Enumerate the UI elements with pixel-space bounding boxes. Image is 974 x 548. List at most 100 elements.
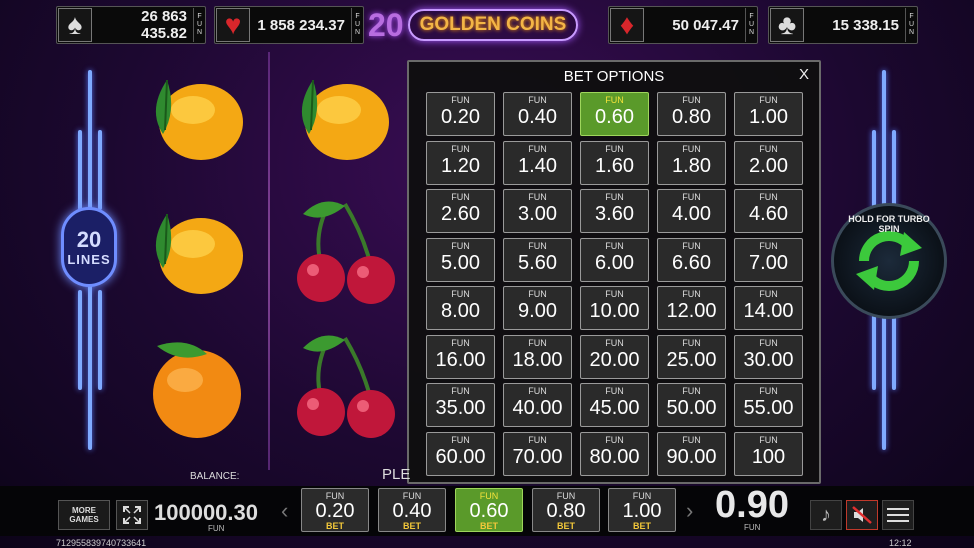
bet-option-value: 0.40: [518, 106, 557, 128]
jackpot-club: ♣ 15 338.15 FUN: [768, 6, 918, 44]
bet-option-2.00[interactable]: FUN 2.00: [734, 140, 803, 185]
bet-option-currency: FUN: [451, 434, 470, 445]
bet-option-1.40[interactable]: FUN 1.40: [503, 140, 572, 185]
bet-option-70.00[interactable]: FUN 70.00: [503, 431, 572, 476]
bet-option-5.00[interactable]: FUN 5.00: [426, 237, 495, 282]
close-icon[interactable]: X: [799, 66, 809, 83]
bet-option-100[interactable]: FUN 100: [734, 431, 803, 476]
bet-options-grid: FUN 0.20 FUN 0.40 FUN 0.60 FUN 0.80 FUN 1.00 FUN 1.…: [426, 92, 803, 476]
bet-option-55.00[interactable]: FUN 55.00: [734, 383, 803, 427]
sound-muted-icon: [852, 506, 872, 524]
bet-option-currency: FUN: [682, 95, 701, 105]
quick-bet-button[interactable]: FUN 0.60 BET: [455, 488, 523, 532]
bet-option-currency: FUN: [605, 192, 624, 202]
bet-option-currency: FUN: [682, 143, 701, 154]
club-icon: ♣: [770, 8, 804, 42]
sound-toggle-button[interactable]: [846, 500, 878, 530]
bet-option-value: 60.00: [435, 445, 486, 468]
bet-option-currency: FUN: [451, 240, 470, 251]
bet-option-40.00[interactable]: FUN 40.00: [503, 383, 572, 427]
lines-label: LINES: [67, 251, 111, 267]
bet-option-30.00[interactable]: FUN 30.00: [734, 334, 803, 379]
bet-option-0.20[interactable]: FUN 0.20: [426, 92, 495, 136]
quick-bet-button[interactable]: FUN 0.40 BET: [378, 488, 446, 532]
dialog-title: BET OPTIONS: [563, 68, 665, 85]
bet-option-8.00[interactable]: FUN 8.00: [426, 286, 495, 330]
menu-button[interactable]: [882, 500, 914, 530]
bet-option-5.60[interactable]: FUN 5.60: [503, 237, 572, 282]
bet-option-3.60[interactable]: FUN 3.60: [580, 189, 649, 233]
bet-option-6.00[interactable]: FUN 6.00: [580, 237, 649, 282]
bet-option-currency: FUN: [605, 386, 624, 396]
bet-option-14.00[interactable]: FUN 14.00: [734, 286, 803, 330]
bet-option-value: 80.00: [589, 445, 640, 468]
bet-option-0.40[interactable]: FUN 0.40: [503, 92, 572, 136]
bet-option-value: 20.00: [589, 348, 640, 371]
bet-option-18.00[interactable]: FUN 18.00: [503, 334, 572, 379]
bet-option-80.00[interactable]: FUN 80.00: [580, 431, 649, 476]
bet-option-12.00[interactable]: FUN 12.00: [657, 286, 726, 330]
quick-bet-button[interactable]: FUN 0.80 BET: [532, 488, 600, 532]
bet-option-9.00[interactable]: FUN 9.00: [503, 286, 572, 330]
lines-badge: 20 LINES: [61, 207, 117, 287]
bet-option-1.80[interactable]: FUN 1.80: [657, 140, 726, 185]
bet-option-7.00[interactable]: FUN 7.00: [734, 237, 803, 282]
lemon-icon: [155, 79, 243, 160]
bet-option-20.00[interactable]: FUN 20.00: [580, 334, 649, 379]
bet-option-6.60[interactable]: FUN 6.60: [657, 237, 726, 282]
lemon-icon: [301, 79, 389, 160]
jackpot-amount: 50 047.47: [672, 16, 739, 34]
bet-option-currency: FUN: [451, 192, 470, 202]
bet-option-value: 90.00: [666, 445, 717, 468]
bet-option-value: 1.00: [749, 106, 788, 128]
bet-option-currency: FUN: [682, 337, 701, 348]
quick-bet-value: 1.00: [622, 500, 662, 522]
quick-bet-button[interactable]: FUN 0.20 BET: [301, 488, 369, 532]
bet-option-currency: FUN: [451, 143, 470, 154]
total-bet-value: 0.90: [715, 484, 789, 526]
orange-icon: [153, 342, 241, 438]
heart-icon: ♥: [216, 8, 250, 42]
bet-option-currency: FUN: [528, 289, 547, 299]
bet-option-currency: FUN: [451, 337, 470, 348]
quick-bet-label: BET: [480, 521, 498, 531]
hamburger-menu-icon: [887, 508, 909, 522]
clock: 12:12: [889, 538, 912, 548]
bet-option-currency: FUN: [682, 386, 701, 396]
bet-option-value: 55.00: [743, 397, 794, 419]
bet-option-value: 30.00: [743, 348, 794, 371]
bet-option-45.00[interactable]: FUN 45.00: [580, 383, 649, 427]
bet-option-50.00[interactable]: FUN 50.00: [657, 383, 726, 427]
bet-option-90.00[interactable]: FUN 90.00: [657, 431, 726, 476]
fullscreen-button[interactable]: [116, 500, 148, 530]
music-button[interactable]: ♪: [810, 500, 842, 530]
bet-option-16.00[interactable]: FUN 16.00: [426, 334, 495, 379]
bet-next-arrow[interactable]: ›: [686, 498, 693, 524]
bet-option-value: 3.60: [595, 203, 634, 225]
quick-bet-button[interactable]: FUN 1.00 BET: [608, 488, 676, 532]
bet-option-0.60[interactable]: FUN 0.60: [580, 92, 649, 136]
total-bet-currency: FUN: [744, 523, 761, 532]
bet-option-1.60[interactable]: FUN 1.60: [580, 140, 649, 185]
bet-option-currency: FUN: [605, 337, 624, 348]
bet-option-4.60[interactable]: FUN 4.60: [734, 189, 803, 233]
bet-prev-arrow[interactable]: ‹: [281, 498, 288, 524]
bet-option-60.00[interactable]: FUN 60.00: [426, 431, 495, 476]
balance-currency: FUN: [208, 524, 225, 533]
bet-option-25.00[interactable]: FUN 25.00: [657, 334, 726, 379]
bet-option-2.60[interactable]: FUN 2.60: [426, 189, 495, 233]
bet-option-4.00[interactable]: FUN 4.00: [657, 189, 726, 233]
more-games-button[interactable]: MORE GAMES: [58, 500, 110, 530]
bet-option-currency: FUN: [682, 192, 701, 202]
bet-option-1.20[interactable]: FUN 1.20: [426, 140, 495, 185]
bet-option-currency: FUN: [528, 434, 547, 445]
bet-option-3.00[interactable]: FUN 3.00: [503, 189, 572, 233]
bet-option-1.00[interactable]: FUN 1.00: [734, 92, 803, 136]
bet-option-value: 100: [751, 445, 786, 468]
bet-option-currency: FUN: [605, 289, 624, 299]
bet-option-value: 10.00: [589, 300, 640, 322]
bet-option-35.00[interactable]: FUN 35.00: [426, 383, 495, 427]
bet-option-10.00[interactable]: FUN 10.00: [580, 286, 649, 330]
bet-option-0.80[interactable]: FUN 0.80: [657, 92, 726, 136]
bet-option-currency: FUN: [605, 143, 624, 154]
